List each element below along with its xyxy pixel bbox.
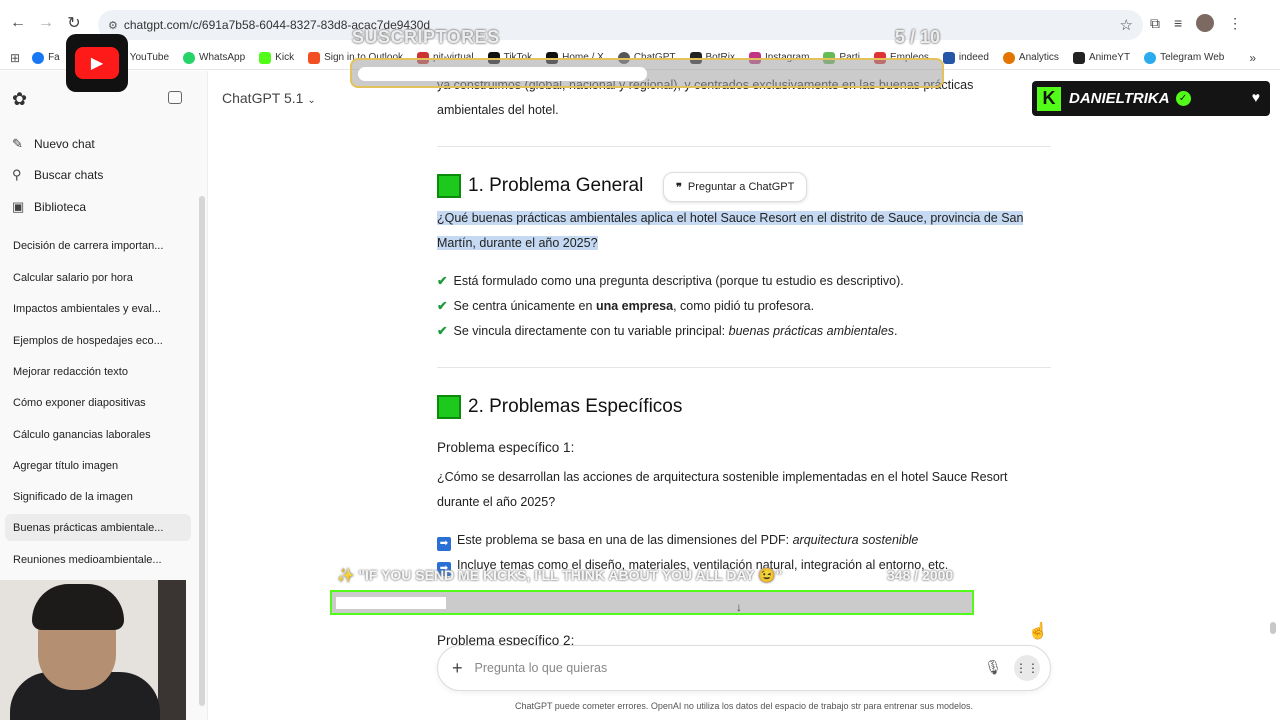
list-item: ✔ Se centra únicamente en una empresa, co… — [437, 299, 815, 313]
divider — [437, 146, 1051, 147]
history-item[interactable]: Cálculo ganancias laborales — [5, 421, 191, 448]
bookmark[interactable]: Telegram Web — [1144, 51, 1224, 64]
bookmark-star-icon[interactable]: ☆ — [1120, 16, 1133, 34]
subscriber-goal-fill — [358, 67, 647, 81]
sparkle-icon: ✨ — [337, 567, 355, 583]
subscriber-goal-bar — [350, 58, 944, 88]
green-square-icon — [437, 174, 461, 198]
section-heading: 1. Problema General — [437, 174, 643, 198]
verified-icon: ✓ — [1175, 91, 1191, 106]
kick-goal-fill — [336, 597, 446, 609]
extensions-icon[interactable]: ⧉ — [1150, 15, 1160, 32]
history-item[interactable]: Mejorar redacción texto — [5, 358, 191, 385]
check-icon: ✔ — [437, 299, 448, 313]
question-paragraph: ¿Cómo se desarrollan las acciones de arq… — [437, 470, 1008, 509]
question-paragraph: ¿Qué buenas prácticas ambientales aplica… — [437, 211, 1024, 250]
disclaimer: ChatGPT puede cometer errores. OpenAI no… — [514, 701, 974, 711]
search-icon: ⚲ — [12, 167, 22, 182]
menu-icon[interactable]: ⋮ — [1228, 15, 1242, 32]
reload-icon[interactable]: ↻ — [60, 9, 88, 37]
bookmark[interactable]: AnimeYT — [1072, 51, 1130, 64]
library-icon: ▣ — [12, 199, 25, 214]
sidebar-toggle-icon[interactable] — [168, 91, 182, 104]
chat-composer[interactable]: + Pregunta lo que quieras 🎙 ⋮⋮ — [437, 645, 1051, 691]
list-item: ✔ Está formulado como una pregunta descri… — [437, 274, 904, 288]
ask-chatgpt-button[interactable]: ❞ Preguntar a ChatGPT — [663, 172, 808, 202]
browser-toolbar: ← → ↻ ⚙ chatgpt.com/c/691a7b58-6044-8327… — [0, 0, 1280, 46]
scroll-down-icon[interactable]: ↓ — [736, 600, 742, 614]
profile-avatar[interactable] — [1196, 14, 1215, 32]
quote-icon: ❞ — [676, 181, 682, 194]
model-selector[interactable]: ChatGPT 5.1 ⌄ — [222, 90, 316, 106]
composer-placeholder[interactable]: Pregunta lo que quieras — [475, 661, 608, 675]
divider — [437, 367, 1051, 368]
edit-icon: ✎ — [12, 136, 23, 151]
search-chats-button[interactable]: ⚲ Buscar chats — [12, 167, 103, 183]
microphone-icon[interactable]: 🎙 — [984, 659, 1002, 676]
webcam-feed — [0, 580, 186, 720]
list-item: ✔ Se vincula directamente con tu variable… — [437, 324, 898, 338]
page-scrollbar[interactable] — [1270, 622, 1276, 634]
arrow-right-icon: ➡ — [437, 537, 451, 551]
openai-logo-icon[interactable]: ✿ — [12, 89, 27, 110]
history-item[interactable]: Impactos ambientales y eval... — [5, 295, 191, 322]
section-heading: 2. Problemas Específicos — [437, 395, 682, 419]
voice-mode-icon[interactable]: ⋮⋮ — [1014, 655, 1040, 681]
bookmark[interactable]: Analytics — [1002, 51, 1059, 64]
kick-goal-count: 348 / 2000 — [887, 567, 954, 583]
url-bar[interactable]: ⚙ chatgpt.com/c/691a7b58-6044-8327-83d8-… — [98, 10, 1143, 40]
heart-icon: ♥ — [1251, 89, 1260, 105]
youtube-logo-icon: ▶ — [66, 34, 128, 92]
checklist: ✔ Está formulado como una pregunta descri… — [437, 269, 1051, 344]
subscriber-goal-label: SUSCRIPTORES — [352, 27, 500, 47]
green-square-icon — [437, 395, 461, 419]
bookmark[interactable]: WhatsApp — [183, 51, 245, 64]
library-button[interactable]: ▣ Biblioteca — [12, 199, 86, 215]
sidebar-scrollbar[interactable] — [199, 196, 205, 706]
forward-icon[interactable]: → — [32, 9, 60, 37]
history-item-active[interactable]: Buenas prácticas ambientale... — [5, 514, 191, 541]
check-icon: ✔ — [437, 324, 448, 338]
site-settings-icon[interactable]: ⚙ — [108, 19, 118, 32]
bookmark[interactable]: Kick — [259, 51, 294, 64]
more-bookmarks-icon[interactable]: » — [1249, 51, 1256, 65]
list-item: ➡ Este problema se basa en una de las dim… — [437, 528, 1051, 553]
subheading: Problema específico 1: — [437, 440, 575, 455]
history-item[interactable]: Ejemplos de hospedajes eco... — [5, 327, 191, 354]
history-item[interactable]: Cómo exponer diapositivas — [5, 389, 191, 416]
kick-goal-bar — [330, 590, 974, 615]
history-item[interactable]: Reuniones medioambientale... — [5, 546, 191, 573]
history-item[interactable]: Decisión de carrera importan... — [5, 232, 191, 259]
media-icon[interactable]: ≡ — [1174, 15, 1182, 31]
kick-goal-message: ✨ "IF YOU SEND ME KICKS, I'LL THINK ABOU… — [337, 567, 783, 583]
bookmark[interactable]: Fa — [32, 51, 60, 64]
check-icon: ✔ — [437, 274, 448, 288]
subscriber-goal-count: 5 / 10 — [895, 27, 941, 47]
new-chat-button[interactable]: ✎ Nuevo chat — [12, 136, 95, 152]
history-item[interactable]: Calcular salario por hora — [5, 264, 191, 291]
apps-icon[interactable]: ⊞ — [10, 51, 20, 65]
back-icon[interactable]: ← — [4, 9, 32, 37]
hand-cursor-icon: ☝ — [1028, 623, 1048, 640]
history-item[interactable]: Significado de la imagen — [5, 483, 191, 510]
kick-channel-badge: K DANIELTRIKA ✓ ♥ — [1032, 81, 1270, 116]
history-item[interactable]: Agregar título imagen — [5, 452, 191, 479]
kick-logo-icon: K — [1037, 86, 1061, 111]
chevron-down-icon: ⌄ — [307, 95, 316, 106]
bookmark[interactable]: indeed — [942, 51, 989, 64]
plus-icon[interactable]: + — [452, 658, 463, 679]
